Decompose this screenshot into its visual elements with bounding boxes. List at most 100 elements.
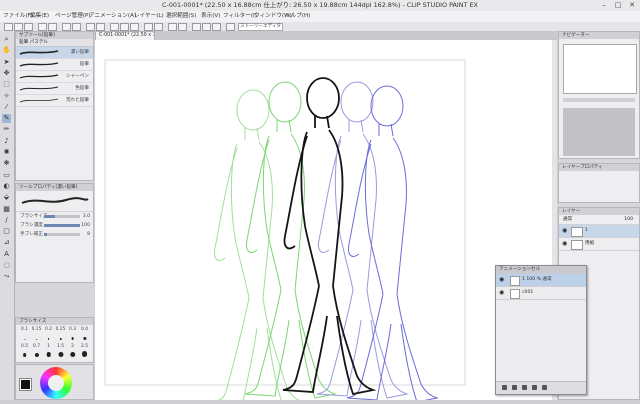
move-layer-icon[interactable]: ✥ — [2, 69, 11, 78]
brush-size-preset[interactable]: 1.5 — [55, 344, 66, 360]
assets-icon[interactable] — [154, 23, 163, 31]
animation-cel-row[interactable]: ◉ 1 100 % 通常 — [496, 274, 586, 287]
snap-grid-icon[interactable] — [120, 23, 129, 31]
property-slider[interactable] — [44, 215, 80, 218]
pencil-icon[interactable]: ✏ — [2, 125, 11, 134]
fill-icon[interactable]: ⬙ — [2, 193, 11, 202]
menu-file[interactable]: ファイル(F) — [3, 11, 33, 22]
text-icon[interactable]: A — [2, 250, 11, 259]
deselect-icon[interactable] — [96, 23, 105, 31]
timeline-icon[interactable] — [202, 23, 211, 31]
subtool-item[interactable]: 濃い鉛筆 — [16, 47, 93, 59]
menu-filter[interactable]: フィルター(I) — [223, 11, 257, 22]
layer-row[interactable]: ◉ 用紙 — [559, 238, 639, 251]
menu-view[interactable]: 表示(V) — [201, 11, 220, 22]
blend-icon[interactable]: ◐ — [2, 182, 11, 191]
subtool-item[interactable]: 鉛筆 — [16, 59, 93, 71]
canvas[interactable] — [95, 40, 557, 404]
ruler-icon[interactable]: ⊿ — [2, 238, 11, 247]
eye-icon[interactable]: ◉ — [562, 241, 567, 247]
settings-icon[interactable] — [192, 23, 201, 31]
brush-size-preset[interactable]: 0.1 — [19, 327, 30, 343]
clear-icon[interactable] — [62, 23, 71, 31]
pen-icon[interactable]: ✎ — [2, 114, 11, 124]
menu-select[interactable]: 選択範囲(S) — [166, 11, 196, 22]
close-button[interactable]: ✕ — [626, 1, 638, 10]
open-file-icon[interactable] — [14, 23, 23, 31]
eye-icon[interactable]: ◉ — [499, 277, 504, 283]
story-editor-field[interactable]: ストーリーエディター — [238, 23, 283, 35]
menu-animation[interactable]: アニメーション(A) — [89, 11, 136, 22]
selection-icon[interactable]: ⬚ — [2, 80, 11, 89]
eye-icon[interactable]: ◉ — [562, 228, 567, 234]
airbrush-icon[interactable]: ✺ — [2, 148, 11, 157]
snap-point-icon[interactable] — [130, 23, 139, 31]
property-value[interactable]: 100 — [81, 221, 90, 230]
light-table-icon[interactable] — [532, 385, 537, 390]
layer-opacity[interactable]: 100 — [624, 215, 633, 224]
menu-help[interactable]: ヘルプ(H) — [285, 11, 310, 22]
eye-icon[interactable]: ◉ — [499, 290, 504, 296]
layer-row[interactable]: ◉ 1 — [559, 225, 639, 238]
brush-size-preset[interactable]: 0.5 — [19, 344, 30, 360]
redo-icon[interactable] — [48, 23, 57, 31]
new-cel-icon[interactable] — [502, 385, 507, 390]
frame-border-icon[interactable]: ▢ — [2, 227, 11, 236]
brush-size-preset[interactable]: 0.7 — [31, 344, 42, 360]
document-tab[interactable]: C-001-0001* (22.50 x 16.88cm 仕上がり: 26.50… — [95, 31, 155, 40]
property-slider[interactable] — [44, 233, 80, 236]
brush-size-preset[interactable]: 0.2 — [43, 327, 54, 343]
hand-icon[interactable]: ✋ — [2, 46, 11, 55]
brush-size-preset[interactable]: 0.4 — [79, 327, 90, 343]
export-icon[interactable] — [212, 23, 221, 31]
eyedropper-icon[interactable]: ⁄ — [2, 103, 11, 112]
subtool-item[interactable]: 荒れた鉛筆 — [16, 95, 93, 107]
menu-edit[interactable]: 編集(E) — [30, 11, 49, 22]
decoration-icon[interactable]: ❋ — [2, 159, 11, 168]
auto-select-icon[interactable]: ✧ — [2, 92, 11, 101]
maximize-button[interactable]: □ — [612, 1, 624, 10]
brush-size-preset[interactable]: 2.5 — [79, 344, 90, 360]
onion-skin-icon[interactable] — [522, 385, 527, 390]
transform-icon[interactable] — [72, 23, 81, 31]
new-folder-icon[interactable] — [512, 385, 517, 390]
navigator-preview[interactable] — [563, 44, 637, 94]
minimize-button[interactable]: – — [598, 1, 610, 10]
property-value[interactable]: 3.0 — [83, 212, 90, 221]
brush-size-preset[interactable]: 0.15 — [31, 327, 42, 343]
subtool-item[interactable]: 色鉛筆 — [16, 83, 93, 95]
brush-icon[interactable]: ♪ — [2, 137, 11, 146]
brush-size-preset[interactable]: 2 — [67, 344, 78, 360]
new-file-icon[interactable] — [4, 23, 13, 31]
brush-size-preset[interactable]: 1 — [43, 344, 54, 360]
balloon-icon[interactable]: ◌ — [2, 261, 11, 270]
subtool-item[interactable]: シャーペン — [16, 71, 93, 83]
undo-icon[interactable] — [38, 23, 47, 31]
brush-size-preset[interactable]: 0.25 — [55, 327, 66, 343]
cloud-icon[interactable] — [144, 23, 153, 31]
gradient-icon[interactable]: ▦ — [2, 205, 11, 214]
panel-icon[interactable] — [178, 23, 187, 31]
fill-area-icon[interactable] — [86, 23, 95, 31]
animation-cel-row[interactable]: ◉ c001 — [496, 287, 586, 300]
figure-icon[interactable]: / — [2, 216, 11, 225]
subtool-tabs[interactable]: 鉛筆 パステル — [16, 39, 93, 47]
property-value[interactable]: 8 — [87, 230, 90, 239]
text-edit-icon[interactable] — [168, 23, 177, 31]
blend-mode-select[interactable]: 通常 — [563, 217, 572, 222]
operation-icon[interactable]: ➤ — [2, 58, 11, 67]
brush-size-preset[interactable]: 0.3 — [67, 327, 78, 343]
main-color-swatch[interactable] — [19, 378, 32, 391]
snap-ruler-icon[interactable] — [110, 23, 119, 31]
delete-cel-icon[interactable] — [542, 385, 547, 390]
color-wheel[interactable] — [40, 367, 72, 399]
correct-line-icon[interactable]: ⤳ — [2, 272, 11, 281]
zoom-slider[interactable] — [563, 98, 635, 102]
eraser-icon[interactable]: ▭ — [2, 171, 11, 180]
menu-layer[interactable]: レイヤー(L) — [134, 11, 164, 22]
property-slider[interactable] — [44, 224, 80, 227]
menu-page[interactable]: ページ管理(P) — [55, 11, 91, 22]
story-icon[interactable] — [226, 23, 235, 31]
save-icon[interactable] — [24, 23, 33, 31]
zoom-icon[interactable]: ⌕ — [2, 35, 11, 44]
